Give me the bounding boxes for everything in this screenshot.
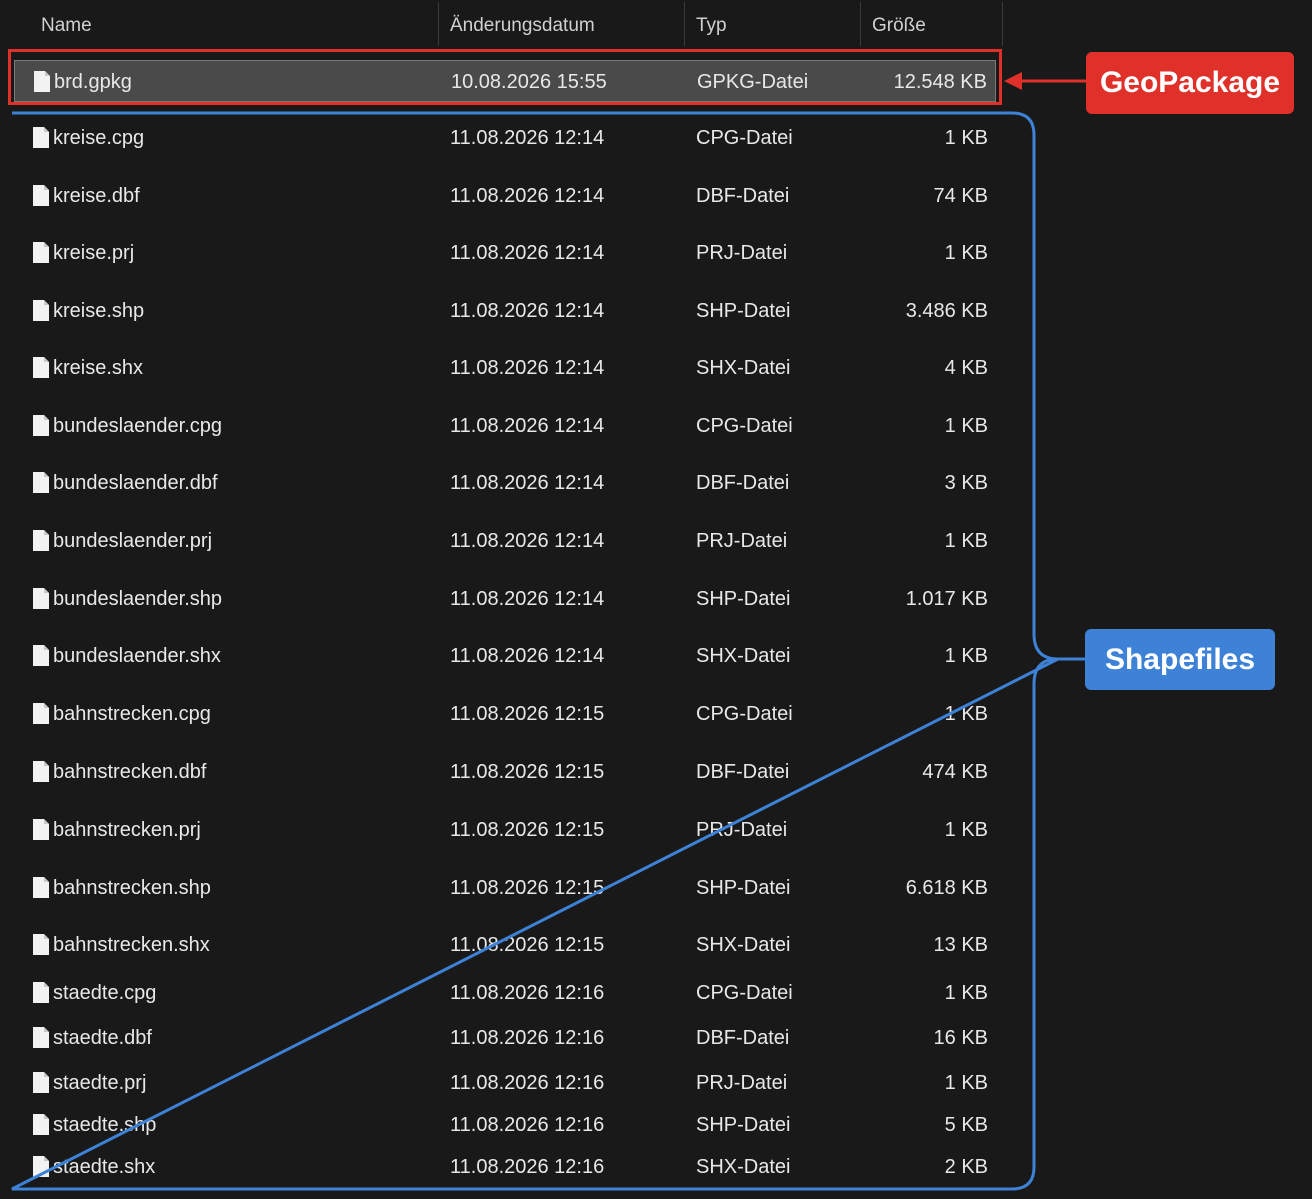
shapefiles-label: Shapefiles — [1085, 629, 1275, 690]
shapefiles-bracket — [11, 111, 1085, 1191]
geopackage-arrow-head — [1004, 72, 1022, 90]
annotation-overlay — [11, 72, 1086, 1191]
geopackage-label: GeoPackage — [1086, 52, 1294, 114]
